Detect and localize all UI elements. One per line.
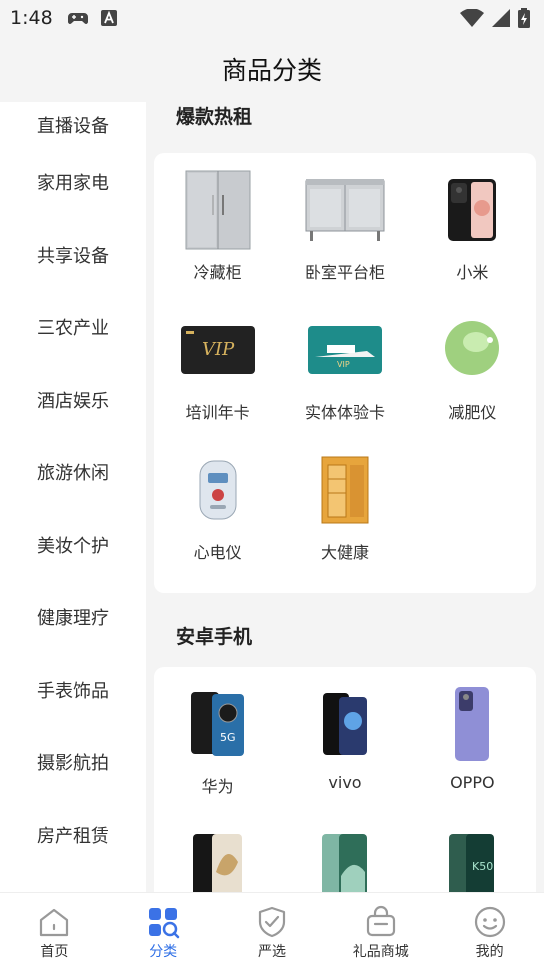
svg-text:K50: K50 <box>472 860 493 873</box>
tab-label: 分类 <box>149 944 178 960</box>
sidebar-item[interactable]: 美妆个护 <box>0 509 146 582</box>
product-label: 心电仪 <box>193 543 242 562</box>
huawei-phone-image: 5G <box>175 681 261 767</box>
vip-card-black-image: VIP <box>175 307 261 393</box>
product-item[interactable]: 减肥仪 <box>409 307 536 447</box>
product-item[interactable] <box>154 821 281 892</box>
tab-label: 首页 <box>40 944 69 960</box>
vivo-phone-image <box>302 681 388 767</box>
tab-selected[interactable]: 严选 <box>218 893 327 968</box>
tab-mine[interactable]: 我的 <box>435 893 544 968</box>
tab-category[interactable]: 分类 <box>109 893 218 968</box>
sidebar-item[interactable]: 房产租赁 <box>0 799 146 872</box>
product-item[interactable]: 5G 华为 <box>154 681 281 821</box>
svg-text:VIP: VIP <box>202 339 235 360</box>
status-time: 1:48 <box>10 7 53 29</box>
wifi-icon <box>460 9 484 27</box>
phone-image <box>429 167 515 253</box>
product-label: 大健康 <box>320 543 369 562</box>
category-icon <box>149 908 180 939</box>
product-label: 冷藏柜 <box>193 263 242 282</box>
category-content: 爆款热租 冷藏柜 卧室平台柜 小米 VIP 培训年卡 VIP 实体体验卡 减肥仪… <box>146 102 544 892</box>
vip-card-yacht-image: VIP <box>302 307 388 393</box>
shield-check-icon <box>258 906 286 938</box>
product-item[interactable]: VIP 培训年卡 <box>154 307 281 447</box>
ecg-device-image <box>175 447 261 533</box>
sidebar-item[interactable]: 手表饰品 <box>0 654 146 727</box>
phone-green-image <box>302 821 388 892</box>
product-label: 实体体验卡 <box>304 403 385 422</box>
sidebar-item[interactable]: 酒店娱乐 <box>0 364 146 437</box>
category-sidebar[interactable]: 直播设备 家用家电 共享设备 三农产业 酒店娱乐 旅游休闲 美妆个护 健康理疗 … <box>0 102 146 892</box>
tab-label: 礼品商城 <box>352 944 409 960</box>
product-item[interactable]: 心电仪 <box>154 447 281 587</box>
page-title: 商品分类 <box>221 56 322 85</box>
gift-bag-icon <box>366 905 395 937</box>
product-item[interactable]: K50 <box>409 821 536 892</box>
sidebar-item[interactable]: 共享设备 <box>0 219 146 292</box>
product-item[interactable]: vivo <box>281 681 408 821</box>
product-item[interactable] <box>281 821 408 892</box>
sidebar-item[interactable]: 旅游休闲 <box>0 436 146 509</box>
status-bar: 1:48 <box>0 0 544 36</box>
svg-text:5G: 5G <box>220 731 236 744</box>
gamepad-icon <box>67 13 88 24</box>
tab-label: 我的 <box>475 944 504 960</box>
bottom-tab-bar: 首页 分类 严选 礼品商城 我的 <box>0 892 544 968</box>
product-item[interactable]: 卧室平台柜 <box>281 167 408 307</box>
product-item[interactable]: 冷藏柜 <box>154 167 281 307</box>
sidebar-item[interactable]: 直播设备 <box>0 102 146 146</box>
product-label: vivo <box>328 773 362 792</box>
product-label: 培训年卡 <box>185 403 250 422</box>
product-label: 小米 <box>456 263 489 282</box>
product-label: 卧室平台柜 <box>304 263 385 282</box>
phone-k50-image: K50 <box>429 821 515 892</box>
tab-home[interactable]: 首页 <box>0 893 109 968</box>
phone-gold-image <box>175 821 261 892</box>
product-label: 减肥仪 <box>448 403 497 422</box>
tab-label: 严选 <box>257 944 286 960</box>
signal-icon <box>492 9 510 27</box>
counter-fridge-image <box>302 167 388 253</box>
product-item[interactable]: VIP 实体体验卡 <box>281 307 408 447</box>
product-item[interactable]: 小米 <box>409 167 536 307</box>
section-title: 安卓手机 <box>176 625 253 648</box>
home-icon <box>40 908 69 937</box>
battery-icon <box>518 8 530 28</box>
sidebar-item[interactable]: 摄影航拍 <box>0 726 146 799</box>
oppo-phone-image <box>429 681 515 767</box>
svg-text:VIP: VIP <box>337 360 350 369</box>
sidebar-item[interactable]: 家用家电 <box>0 146 146 219</box>
green-ball-image <box>429 307 515 393</box>
tab-gift-mall[interactable]: 礼品商城 <box>326 893 435 968</box>
product-grid: 5G 华为 vivo OPPO K50 <box>154 667 536 892</box>
fridge-image <box>175 167 261 253</box>
sidebar-item[interactable]: 健康理疗 <box>0 581 146 654</box>
product-item[interactable]: 大健康 <box>281 447 408 587</box>
product-item[interactable]: OPPO <box>409 681 536 821</box>
sauna-cabin-image <box>302 447 388 533</box>
product-label: 华为 <box>201 777 234 796</box>
product-label: OPPO <box>450 773 495 792</box>
a-icon <box>100 10 117 26</box>
product-grid: 冷藏柜 卧室平台柜 小米 VIP 培训年卡 VIP 实体体验卡 减肥仪 心电仪 … <box>154 153 536 593</box>
smiley-icon <box>474 906 505 938</box>
sidebar-item[interactable]: 三农产业 <box>0 291 146 364</box>
section-title: 爆款热租 <box>176 106 253 128</box>
